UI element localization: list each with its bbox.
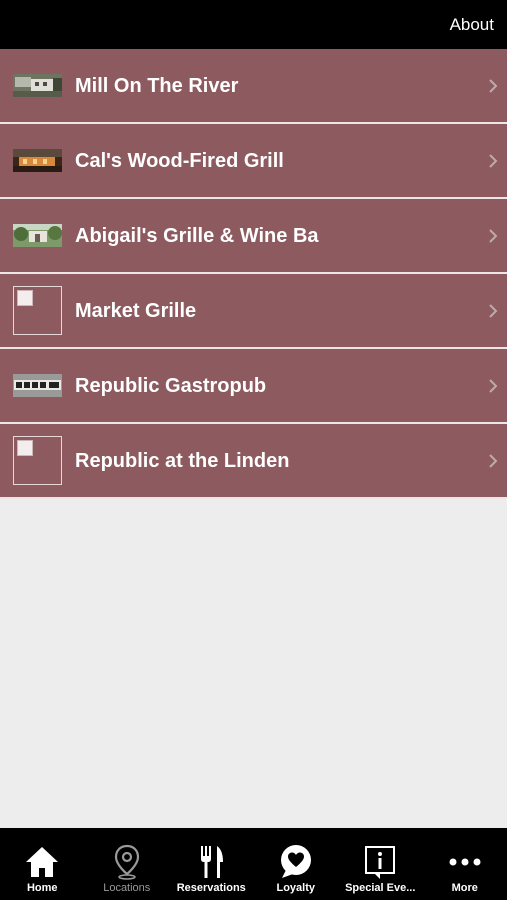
chevron-right-icon <box>489 154 498 168</box>
broken-image-glyph <box>17 440 33 456</box>
location-thumbnail <box>13 74 62 97</box>
chevron-right-icon <box>489 454 498 468</box>
bottom-tab-bar: Home Locations Reservations Loyalty Spec… <box>0 828 507 900</box>
fork-knife-icon <box>201 846 224 878</box>
location-thumbnail <box>13 149 62 172</box>
location-name: Republic Gastropub <box>75 375 267 397</box>
tab-locations[interactable]: Locations <box>85 828 170 900</box>
location-name: Mill On The River <box>75 75 239 97</box>
location-thumbnail <box>13 224 62 247</box>
locations-list: Mill On The River Cal's Wood-Fired Grill <box>0 49 507 499</box>
location-name: Republic at the Linden <box>75 450 290 472</box>
top-nav-bar: About <box>0 0 507 49</box>
tab-label: Loyalty <box>276 882 315 894</box>
location-row-republic-gastropub[interactable]: Republic Gastropub <box>0 349 507 424</box>
location-row-mill-on-the-river[interactable]: Mill On The River <box>0 49 507 124</box>
tab-home[interactable]: Home <box>0 828 85 900</box>
location-row-cals-wood-fired-grill[interactable]: Cal's Wood-Fired Grill <box>0 124 507 199</box>
about-button[interactable]: About <box>450 14 494 36</box>
broken-image-icon <box>13 436 62 485</box>
more-dots-icon <box>449 858 481 866</box>
tab-loyalty[interactable]: Loyalty <box>254 828 339 900</box>
tab-label: Special Eve... <box>345 882 416 894</box>
location-name: Market Grille <box>75 300 197 322</box>
tab-label: Reservations <box>176 882 246 894</box>
tab-label: More <box>451 882 478 894</box>
chevron-right-icon <box>489 379 498 393</box>
location-thumbnail <box>13 374 62 397</box>
tab-label: Locations <box>103 882 151 894</box>
tab-label: Home <box>26 882 58 894</box>
broken-image-glyph <box>17 290 33 306</box>
chevron-right-icon <box>489 79 498 93</box>
tab-reservations[interactable]: Reservations <box>169 828 254 900</box>
chevron-right-icon <box>489 229 498 243</box>
broken-image-icon <box>13 286 62 335</box>
home-icon <box>26 847 59 877</box>
location-name: Abigail's Grille & Wine Ba <box>75 225 319 247</box>
tab-special-events[interactable]: Special Eve... <box>338 828 423 900</box>
map-pin-icon <box>114 844 139 880</box>
location-name: Cal's Wood-Fired Grill <box>75 150 284 172</box>
tab-more[interactable]: More <box>423 828 507 900</box>
info-icon <box>365 846 396 879</box>
chevron-right-icon <box>489 304 498 318</box>
heart-bubble-icon <box>280 845 311 878</box>
location-row-market-grille[interactable]: Market Grille <box>0 274 507 349</box>
location-row-republic-at-the-linden[interactable]: Republic at the Linden <box>0 424 507 499</box>
location-row-abigails-grille[interactable]: Abigail's Grille & Wine Ba <box>0 199 507 274</box>
